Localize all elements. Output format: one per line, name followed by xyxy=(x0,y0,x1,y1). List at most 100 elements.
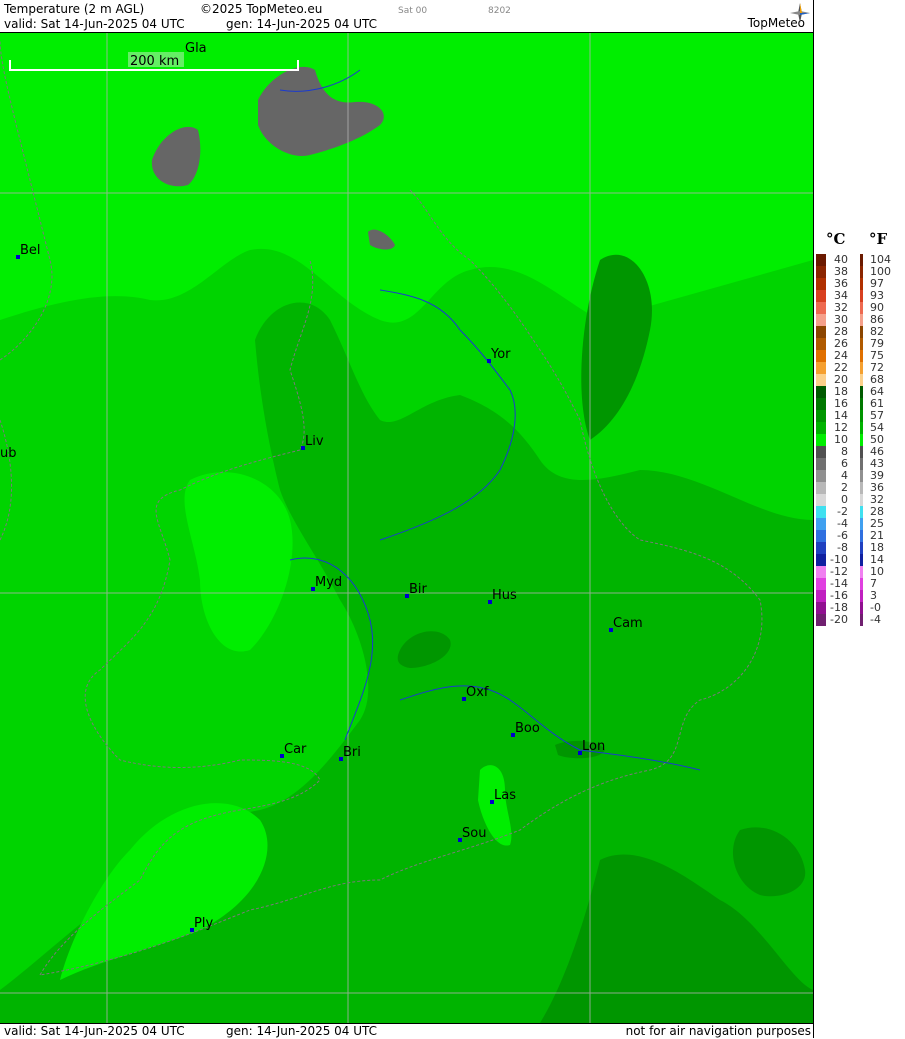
legend-fahrenheit-bar xyxy=(860,278,863,290)
legend-fahrenheit-bar xyxy=(860,578,863,590)
footer-generated-time: gen: 14-Jun-2025 04 UTC xyxy=(226,1024,378,1038)
city-label-hus: Hus xyxy=(492,588,517,603)
legend-fahrenheit-bar xyxy=(860,566,863,578)
legend-fahrenheit-bar xyxy=(860,338,863,350)
legend-fahrenheit-bar xyxy=(860,494,863,506)
city-bri: Bri xyxy=(339,745,361,761)
legend-fahrenheit-bar xyxy=(860,458,863,470)
legend-row: 30 86 xyxy=(814,314,904,326)
city-label-yor: Yor xyxy=(490,347,511,362)
legend-fahrenheit-bar xyxy=(860,314,863,326)
legend-row: -12 10 xyxy=(814,566,904,578)
legend-row: 28 82 xyxy=(814,326,904,338)
legend-row: 12 54 xyxy=(814,422,904,434)
footer-valid-time: valid: Sat 14-Jun-2025 04 UTC xyxy=(4,1024,185,1038)
copyright-text: ©2025 TopMeteo.eu xyxy=(200,2,323,16)
city-ply: Ply xyxy=(190,916,213,932)
city-label-sou: Sou xyxy=(462,826,486,841)
city-las: Las xyxy=(490,788,516,804)
legend-fahrenheit-bar xyxy=(860,506,863,518)
city-liv: Liv xyxy=(301,434,324,450)
legend-row: 34 93 xyxy=(814,290,904,302)
city-label-bri: Bri xyxy=(343,745,361,760)
legend-fahrenheit-bar xyxy=(860,362,863,374)
city-yor: Yor xyxy=(487,347,511,363)
legend-fahrenheit-bar xyxy=(860,374,863,386)
legend-row: -2 28 xyxy=(814,506,904,518)
legend-row: -14 7 xyxy=(814,578,904,590)
legend-fahrenheit-bar xyxy=(860,482,863,494)
city-boo: Boo xyxy=(511,721,540,737)
navigation-disclaimer: not for air navigation purposes xyxy=(625,1024,811,1038)
legend-row: -8 18 xyxy=(814,542,904,554)
legend-celsius-value: -20 xyxy=(830,613,848,626)
city-gla: Gla xyxy=(185,41,207,56)
legend-row: 36 97 xyxy=(814,278,904,290)
legend-fahrenheit-bar xyxy=(860,290,863,302)
legend-row: -10 14 xyxy=(814,554,904,566)
legend-row: 16 61 xyxy=(814,398,904,410)
legend-row: -16 3 xyxy=(814,590,904,602)
legend-row: 38 100 xyxy=(814,266,904,278)
generated-time: gen: 14-Jun-2025 04 UTC xyxy=(226,17,378,31)
product-title: Temperature (2 m AGL) xyxy=(4,2,145,16)
legend-fahrenheit-bar xyxy=(860,542,863,554)
legend-row: 32 90 xyxy=(814,302,904,314)
city-bir: Bir xyxy=(405,582,428,598)
city-label-bir: Bir xyxy=(409,582,428,597)
product-code: 8202 xyxy=(488,6,511,16)
city-label-lon: Lon xyxy=(582,739,605,754)
legend-row: 4 39 xyxy=(814,470,904,482)
legend-fahrenheit-bar xyxy=(860,302,863,314)
legend-row: 18 64 xyxy=(814,386,904,398)
city-dub: ub xyxy=(0,446,17,461)
legend-row: 20 68 xyxy=(814,374,904,386)
city-sou: Sou xyxy=(458,826,486,842)
legend-fahrenheit-bar xyxy=(860,590,863,602)
run-label: Sat 00 xyxy=(398,6,428,16)
legend-row: -18 -0 xyxy=(814,602,904,614)
city-lon: Lon xyxy=(578,739,605,755)
legend-fahrenheit-bar xyxy=(860,410,863,422)
city-label-myd: Myd xyxy=(315,575,342,590)
legend-fahrenheit-bar xyxy=(860,602,863,614)
map-header: Temperature (2 m AGL) ©2025 TopMeteo.eu … xyxy=(0,0,813,33)
valid-time: valid: Sat 14-Jun-2025 04 UTC xyxy=(4,17,185,31)
legend-fahrenheit-bar xyxy=(860,554,863,566)
compass-logo-icon xyxy=(790,3,810,23)
legend-row: 24 75 xyxy=(814,350,904,362)
legend-fahrenheit-bar xyxy=(860,530,863,542)
legend-fahrenheit-bar xyxy=(860,386,863,398)
scale-bar-label: 200 km xyxy=(130,54,179,69)
legend-fahrenheit-bar xyxy=(860,434,863,446)
celsius-unit-label: °C xyxy=(826,230,846,248)
city-label-gla: Gla xyxy=(185,41,207,56)
city-label-bel: Bel xyxy=(20,243,41,258)
legend-row: 14 57 xyxy=(814,410,904,422)
legend-fahrenheit-bar xyxy=(860,326,863,338)
temperature-map[interactable]: 200 km Gla Bel Yor Liv ub Myd Bir Hus Ca… xyxy=(0,33,813,1023)
city-label-dub: ub xyxy=(0,446,17,461)
legend-fahrenheit-bar xyxy=(860,350,863,362)
city-hus: Hus xyxy=(488,588,517,604)
city-car: Car xyxy=(280,742,307,758)
city-myd: Myd xyxy=(311,575,342,591)
city-label-las: Las xyxy=(494,788,516,803)
legend-fahrenheit-bar xyxy=(860,614,863,626)
city-bel: Bel xyxy=(16,243,41,259)
legend-fahrenheit-bar xyxy=(860,446,863,458)
legend-row: -4 25 xyxy=(814,518,904,530)
legend-row: 6 43 xyxy=(814,458,904,470)
legend-fahrenheit-value: -4 xyxy=(870,613,881,626)
legend-row: 8 46 xyxy=(814,446,904,458)
city-label-liv: Liv xyxy=(305,434,324,449)
temperature-legend: °C °F 40 104 38 100 36 97 34 93 32 90 30 86 28 82 26 79… xyxy=(814,230,905,630)
legend-row: -20 -4 xyxy=(814,614,904,626)
legend-fahrenheit-bar xyxy=(860,266,863,278)
city-oxf: Oxf xyxy=(462,685,489,701)
legend-fahrenheit-bar xyxy=(860,254,863,266)
city-cam: Cam xyxy=(609,616,643,632)
legend-row: 2 36 xyxy=(814,482,904,494)
legend-fahrenheit-bar xyxy=(860,398,863,410)
city-label-boo: Boo xyxy=(515,721,540,736)
